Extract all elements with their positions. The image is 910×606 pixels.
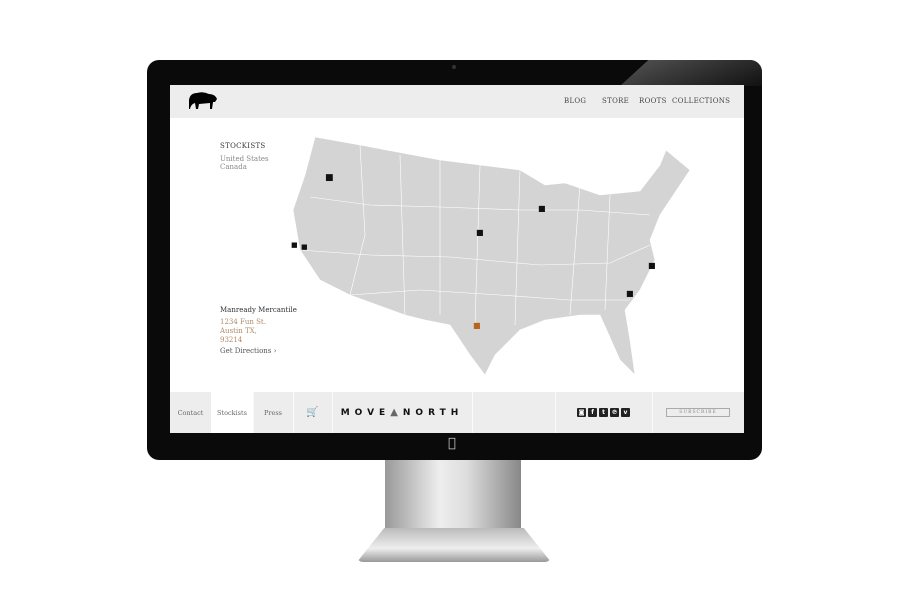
tab-stockists[interactable]: Stockists <box>211 392 254 433</box>
brand-word-north: NORTH <box>402 407 464 418</box>
footer-spacer <box>472 392 556 433</box>
bison-pin-icon[interactable]: ■ <box>291 241 298 249</box>
tab-contact[interactable]: Contact <box>170 392 212 433</box>
vimeo-icon[interactable]: v <box>621 408 630 417</box>
bison-pin-icon[interactable]: ■ <box>325 173 334 183</box>
apple-logo-icon:  <box>448 436 456 451</box>
website-screen: BLOG STORE ROOTS COLLECTIONS STOCKISTS U… <box>170 85 744 433</box>
bison-pin-icon[interactable]: ■ <box>648 261 656 270</box>
us-map: ■ ■ ■ ■ ■ ■ ■ ■ <box>291 136 691 376</box>
instagram-icon[interactable]: ◙ <box>577 408 586 417</box>
compass-icon: ▲ <box>390 407 398 418</box>
tab-press[interactable]: Press <box>253 392 294 433</box>
camera <box>452 65 456 69</box>
footer: Contact Stockists Press 🛒 MOVE ▲ NORTH ◙ f… <box>170 392 744 433</box>
subscribe-cell: SUBSCRIBE <box>652 392 744 433</box>
brand-word-move: MOVE <box>340 407 391 418</box>
social-links: ◙ f t ℗ v <box>555 392 653 433</box>
monitor-stand <box>385 460 521 530</box>
brand-logo[interactable]: MOVE ▲ NORTH <box>332 392 473 433</box>
cart-icon[interactable]: 🛒 <box>293 392 333 433</box>
bison-pin-icon[interactable]: ■ <box>626 289 634 298</box>
bison-pin-icon[interactable]: ■ <box>476 228 484 237</box>
monitor-base <box>357 528 551 562</box>
us-map-shape <box>292 136 691 376</box>
bison-pin-active-icon[interactable]: ■ <box>473 321 481 330</box>
facebook-icon[interactable]: f <box>588 408 597 417</box>
subscribe-button[interactable]: SUBSCRIBE <box>666 408 730 417</box>
pinterest-icon[interactable]: ℗ <box>610 408 619 417</box>
tumblr-icon[interactable]: t <box>599 408 608 417</box>
bison-pin-icon[interactable]: ■ <box>301 243 308 251</box>
bison-pin-icon[interactable]: ■ <box>538 204 546 213</box>
